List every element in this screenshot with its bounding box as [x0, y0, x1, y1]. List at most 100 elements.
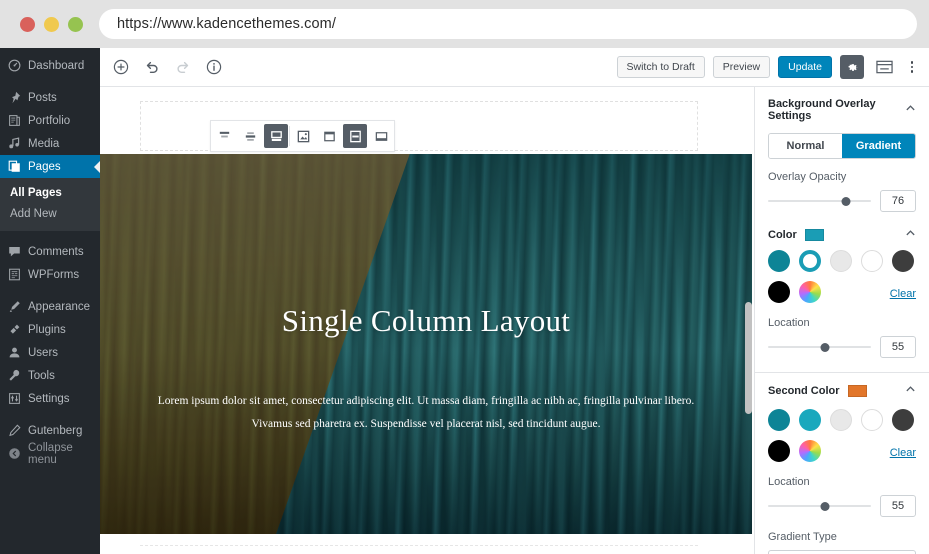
second-color-swatch-black[interactable]	[768, 440, 790, 462]
second-color-location-input[interactable]: 55	[880, 495, 916, 517]
sidebar-item-pages[interactable]: Pages	[0, 155, 100, 178]
hero-paragraph[interactable]: Lorem ipsum dolor sit amet, consectetur …	[126, 390, 726, 435]
align-top-icon[interactable]	[212, 124, 236, 148]
full-width-icon[interactable]	[343, 124, 367, 148]
color-swatch-teal-light-selected[interactable]	[799, 250, 821, 272]
tools-icon	[8, 369, 21, 382]
second-color-swatch-grid: Clear	[768, 409, 916, 462]
redo-icon[interactable]	[172, 56, 194, 78]
sidebar-item-settings[interactable]: Settings	[0, 387, 100, 410]
sidebar-item-wpforms[interactable]: WPForms	[0, 263, 100, 286]
chevron-up-icon[interactable]	[905, 103, 916, 117]
color-location-slider[interactable]	[768, 340, 871, 354]
address-bar-url: https://www.kadencethemes.com/	[117, 16, 336, 32]
align-middle-icon[interactable]	[238, 124, 262, 148]
sidebar-item-label: Dashboard	[28, 59, 85, 72]
second-color-clear-link[interactable]: Clear	[890, 447, 916, 459]
color-swatch-dark-gray[interactable]	[892, 250, 914, 272]
next-block-placeholder[interactable]	[140, 545, 698, 554]
block-settings-sidebar: Background Overlay Settings Normal Gradi…	[754, 87, 929, 554]
kebab-menu-icon[interactable]	[904, 61, 920, 73]
wp-admin-sidebar: Dashboard Posts Portfolio Media Pages Al…	[0, 48, 100, 554]
chevron-up-icon[interactable]	[905, 228, 916, 242]
sidebar-item-label: Appearance	[28, 300, 91, 313]
second-color-location-row: 55	[768, 495, 916, 517]
sidebar-item-dashboard[interactable]: Dashboard	[0, 54, 100, 77]
sidebar-item-collapse-menu[interactable]: Collapse menu	[0, 442, 100, 466]
color-swatch-grid: Clear	[768, 250, 916, 303]
color-location-label: Location	[768, 317, 810, 329]
preview-button[interactable]: Preview	[712, 56, 771, 78]
second-color-swatch-dark-gray[interactable]	[892, 409, 914, 431]
sidebar-subitem-add-new[interactable]: Add New	[10, 204, 100, 225]
slider-track	[768, 200, 871, 202]
align-bottom-icon[interactable]	[264, 124, 288, 148]
second-color-swatch-teal[interactable]	[768, 409, 790, 431]
sidebar-item-gutenberg[interactable]: Gutenberg	[0, 419, 100, 442]
slider-knob[interactable]	[820, 502, 830, 511]
close-window-button[interactable]	[20, 16, 35, 32]
color-clear-link[interactable]: Clear	[890, 288, 916, 300]
overlay-opacity-input[interactable]: 76	[880, 190, 916, 212]
color-swatch-teal[interactable]	[768, 250, 790, 272]
address-bar[interactable]: https://www.kadencethemes.com/	[99, 9, 917, 39]
second-color-location-label: Location	[768, 476, 810, 488]
color-current-swatch[interactable]	[804, 229, 824, 241]
overlay-opacity-label: Overlay Opacity	[768, 171, 847, 183]
comments-icon	[8, 245, 21, 258]
slider-knob[interactable]	[841, 197, 851, 206]
portfolio-icon	[8, 114, 21, 127]
color-swatch-white[interactable]	[861, 250, 883, 272]
sidebar-item-plugins[interactable]: Plugins	[0, 318, 100, 341]
media-icon	[8, 137, 21, 150]
sidebar-item-comments[interactable]: Comments	[0, 240, 100, 263]
sidebar-item-label: Media	[28, 137, 60, 150]
browser-chrome: https://www.kadencethemes.com/	[0, 0, 929, 48]
gradient-type-select[interactable]: Linear ▲▼	[768, 550, 916, 554]
undo-icon[interactable]	[141, 56, 163, 78]
switch-to-draft-button[interactable]: Switch to Draft	[616, 56, 705, 78]
minimize-window-button[interactable]	[44, 16, 59, 32]
slider-knob[interactable]	[820, 343, 830, 352]
overlay-opacity-slider[interactable]	[768, 194, 871, 208]
gutenberg-icon	[8, 424, 21, 437]
second-color-header[interactable]: Second Color	[768, 384, 916, 398]
info-icon[interactable]	[203, 56, 225, 78]
second-color-current-swatch[interactable]	[847, 385, 867, 397]
sidebar-item-portfolio[interactable]: Portfolio	[0, 109, 100, 132]
sidebar-item-appearance[interactable]: Appearance	[0, 295, 100, 318]
sidebar-item-label: Plugins	[28, 323, 66, 336]
wide-width-icon[interactable]	[317, 124, 341, 148]
chevron-up-icon[interactable]	[905, 384, 916, 398]
color-swatch-black[interactable]	[768, 281, 790, 303]
color-location-input[interactable]: 55	[880, 336, 916, 358]
second-color-location-slider[interactable]	[768, 499, 871, 513]
color-subheader[interactable]: Color	[768, 228, 916, 242]
second-color-swatch-light-gray[interactable]	[830, 409, 852, 431]
sidebar-item-posts[interactable]: Posts	[0, 86, 100, 109]
second-color-swatch-teal-light[interactable]	[799, 409, 821, 431]
inner-content-icon[interactable]	[369, 124, 393, 148]
sidebar-item-label: Users	[28, 346, 59, 359]
sidebar-toggle-icon[interactable]	[872, 55, 896, 79]
color-swatch-light-gray[interactable]	[830, 250, 852, 272]
color-swatch-custom-wheel[interactable]	[799, 281, 821, 303]
sidebar-subitem-all-pages[interactable]: All Pages	[10, 183, 100, 204]
image-fill-icon[interactable]	[291, 124, 315, 148]
sidebar-item-media[interactable]: Media	[0, 132, 100, 155]
pin-icon	[8, 91, 21, 104]
toolbar-divider	[289, 126, 290, 146]
overlay-mode-gradient[interactable]: Gradient	[842, 134, 915, 158]
panel-header[interactable]: Background Overlay Settings	[768, 98, 916, 122]
sidebar-item-users[interactable]: Users	[0, 341, 100, 364]
second-color-swatch-white[interactable]	[861, 409, 883, 431]
add-block-icon[interactable]	[110, 56, 132, 78]
sidebar-item-tools[interactable]: Tools	[0, 364, 100, 387]
second-color-swatch-custom-wheel[interactable]	[799, 440, 821, 462]
update-button[interactable]: Update	[778, 56, 832, 78]
hero-heading[interactable]: Single Column Layout	[282, 303, 570, 338]
maximize-window-button[interactable]	[68, 16, 83, 32]
gear-icon[interactable]	[840, 55, 864, 79]
hero-cover-block[interactable]: Single Column Layout Lorem ipsum dolor s…	[100, 154, 752, 534]
overlay-mode-normal[interactable]: Normal	[769, 134, 842, 158]
